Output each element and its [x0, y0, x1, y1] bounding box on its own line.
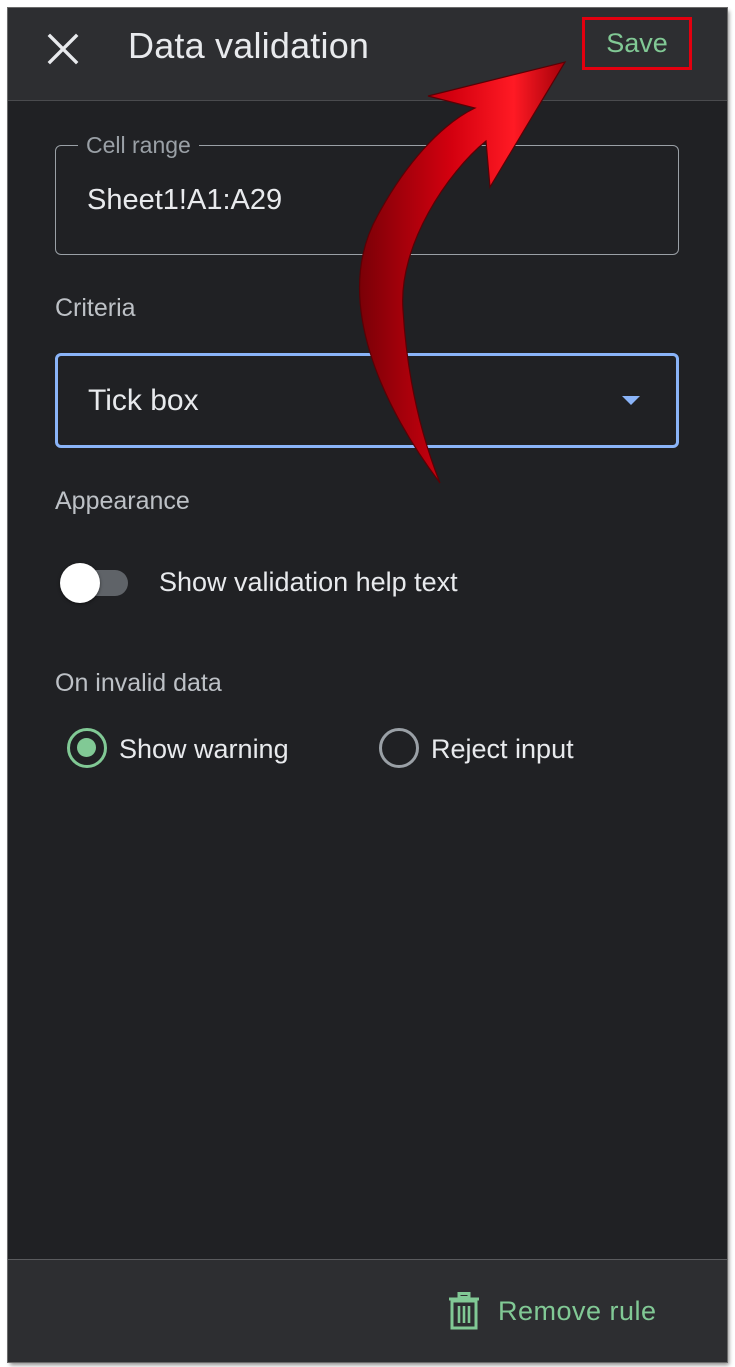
show-warning-label[interactable]: Show warning — [119, 734, 289, 765]
save-button-label: Save — [606, 28, 668, 58]
data-validation-panel: Data validation Save Cell range Sheet1!A… — [7, 7, 728, 1363]
cell-range-field[interactable]: Cell range Sheet1!A1:A29 — [55, 131, 679, 255]
remove-rule-label: Remove rule — [498, 1295, 657, 1326]
save-button[interactable]: Save — [582, 17, 692, 70]
appearance-label: Appearance — [55, 487, 190, 515]
reject-input-radio[interactable] — [379, 728, 419, 768]
show-warning-radio[interactable] — [67, 728, 107, 768]
top-app-bar: Data validation Save — [8, 8, 727, 101]
cell-range-value[interactable]: Sheet1!A1:A29 — [87, 184, 282, 217]
help-text-toggle-label[interactable]: Show validation help text — [159, 567, 458, 598]
invalid-data-label: On invalid data — [55, 669, 222, 697]
trash-icon — [449, 1292, 479, 1330]
caret-down-icon — [622, 396, 640, 405]
help-text-toggle[interactable] — [60, 563, 130, 603]
criteria-dropdown[interactable]: Tick box — [55, 353, 679, 448]
criteria-selected-value: Tick box — [88, 384, 199, 417]
close-button[interactable] — [42, 28, 86, 72]
reject-input-label[interactable]: Reject input — [431, 734, 574, 765]
criteria-label: Criteria — [55, 294, 136, 322]
toggle-thumb — [60, 563, 100, 603]
bottom-bar: Remove rule — [8, 1259, 727, 1362]
cell-range-label: Cell range — [78, 131, 199, 159]
page-title: Data validation — [128, 25, 370, 66]
remove-rule-button[interactable]: Remove rule — [448, 1286, 657, 1336]
close-icon — [47, 33, 79, 65]
